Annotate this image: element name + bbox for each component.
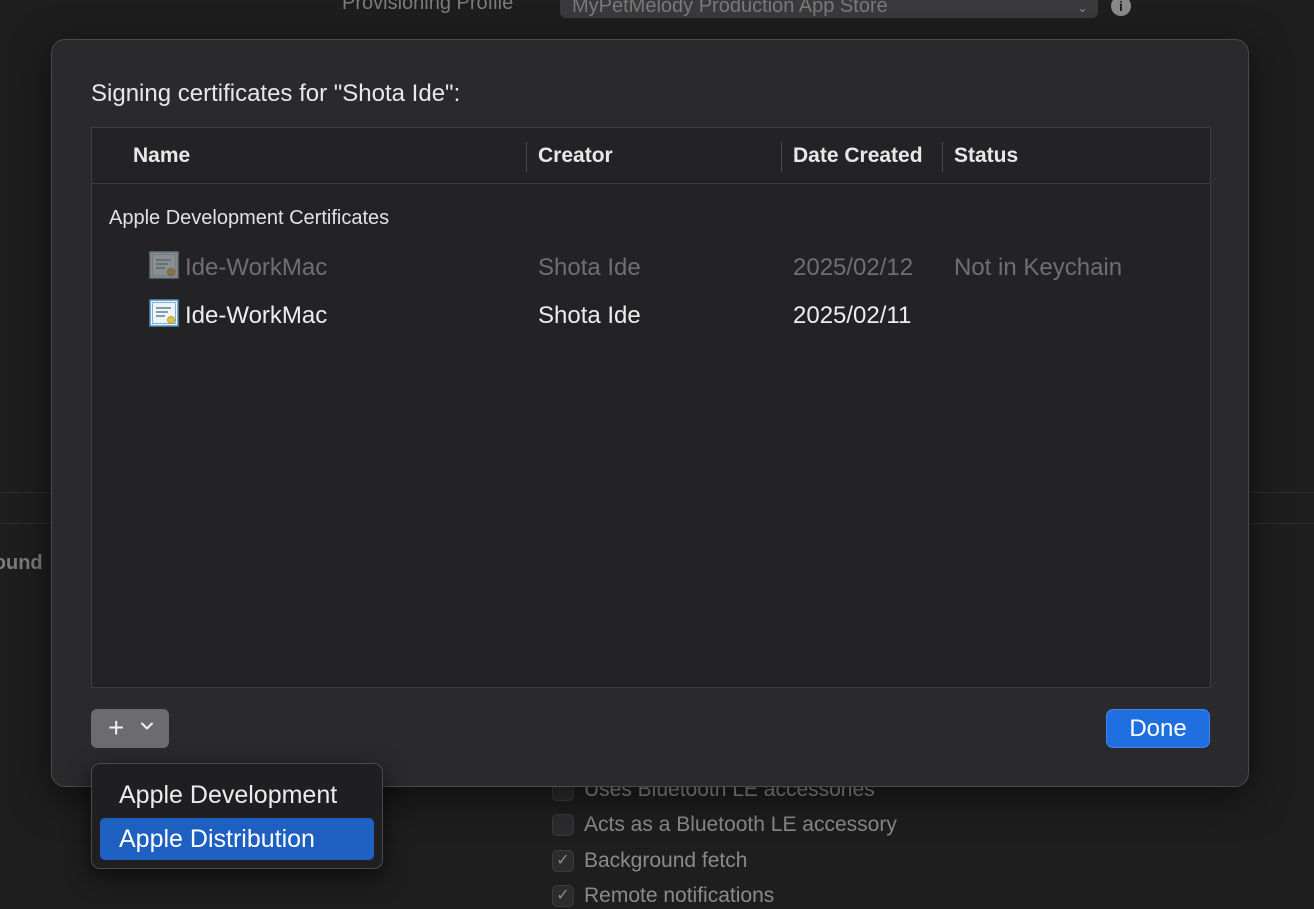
capability-row[interactable]: ✓ Background fetch <box>552 848 747 874</box>
add-certificate-button[interactable]: + <box>91 709 169 748</box>
checkbox[interactable] <box>552 814 574 836</box>
cell-creator: Shota Ide <box>538 254 641 281</box>
menu-item-apple-development[interactable]: Apple Development <box>100 774 374 816</box>
capability-label: Background fetch <box>584 849 748 872</box>
certificates-table: Name Creator Date Created Status Apple D… <box>91 127 1211 688</box>
table-row[interactable]: Ide-WorkMac Shota Ide 2025/02/12 Not in … <box>92 246 1210 286</box>
column-header-status[interactable]: Status <box>954 144 1018 168</box>
column-header-creator[interactable]: Creator <box>538 144 613 168</box>
plus-icon: + <box>108 712 125 743</box>
provisioning-profile-popup[interactable]: MyPetMelody Production App Store ⌃⌄ <box>560 0 1098 18</box>
section-label: round <box>0 552 43 574</box>
info-icon[interactable]: i <box>1111 0 1131 16</box>
column-divider[interactable] <box>781 142 782 172</box>
add-certificate-menu: Apple Development Apple Distribution <box>91 763 383 869</box>
cell-date: 2025/02/11 <box>793 302 912 329</box>
provisioning-profile-value: MyPetMelody Production App Store <box>572 0 888 17</box>
menu-item-apple-distribution[interactable]: Apple Distribution <box>100 818 374 860</box>
signing-certificates-sheet: Signing certificates for "Shota Ide": Na… <box>51 39 1249 787</box>
column-divider[interactable] <box>526 142 527 172</box>
updown-chevron-icon: ⌃⌄ <box>1077 0 1088 15</box>
cell-status: Not in Keychain <box>954 254 1123 281</box>
column-header-date-created[interactable]: Date Created <box>793 144 923 168</box>
sheet-title: Signing certificates for "Shota Ide": <box>91 80 461 107</box>
table-header: Name Creator Date Created Status <box>92 128 1210 184</box>
cell-creator: Shota Ide <box>538 302 641 329</box>
provisioning-profile-label: Provisioning Profile <box>342 0 514 14</box>
certificate-icon <box>149 251 179 279</box>
done-button[interactable]: Done <box>1106 709 1210 748</box>
checkbox-checked[interactable]: ✓ <box>552 885 574 907</box>
capability-row[interactable]: ✓ Remote notifications <box>552 883 774 909</box>
capability-label: Remote notifications <box>584 884 775 907</box>
column-divider[interactable] <box>942 142 943 172</box>
cell-date: 2025/02/12 <box>793 254 914 281</box>
capability-row[interactable]: Acts as a Bluetooth LE accessory <box>552 812 897 838</box>
capability-label: Acts as a Bluetooth LE accessory <box>584 813 897 836</box>
group-label-development: Apple Development Certificates <box>109 207 390 229</box>
column-header-name[interactable]: Name <box>133 144 190 168</box>
certificate-icon <box>149 299 179 327</box>
cell-name: Ide-WorkMac <box>185 254 328 281</box>
checkbox-checked[interactable]: ✓ <box>552 850 574 872</box>
table-row[interactable]: Ide-WorkMac Shota Ide 2025/02/11 <box>92 294 1210 334</box>
chevron-down-icon <box>141 722 153 730</box>
cell-name: Ide-WorkMac <box>185 302 328 329</box>
